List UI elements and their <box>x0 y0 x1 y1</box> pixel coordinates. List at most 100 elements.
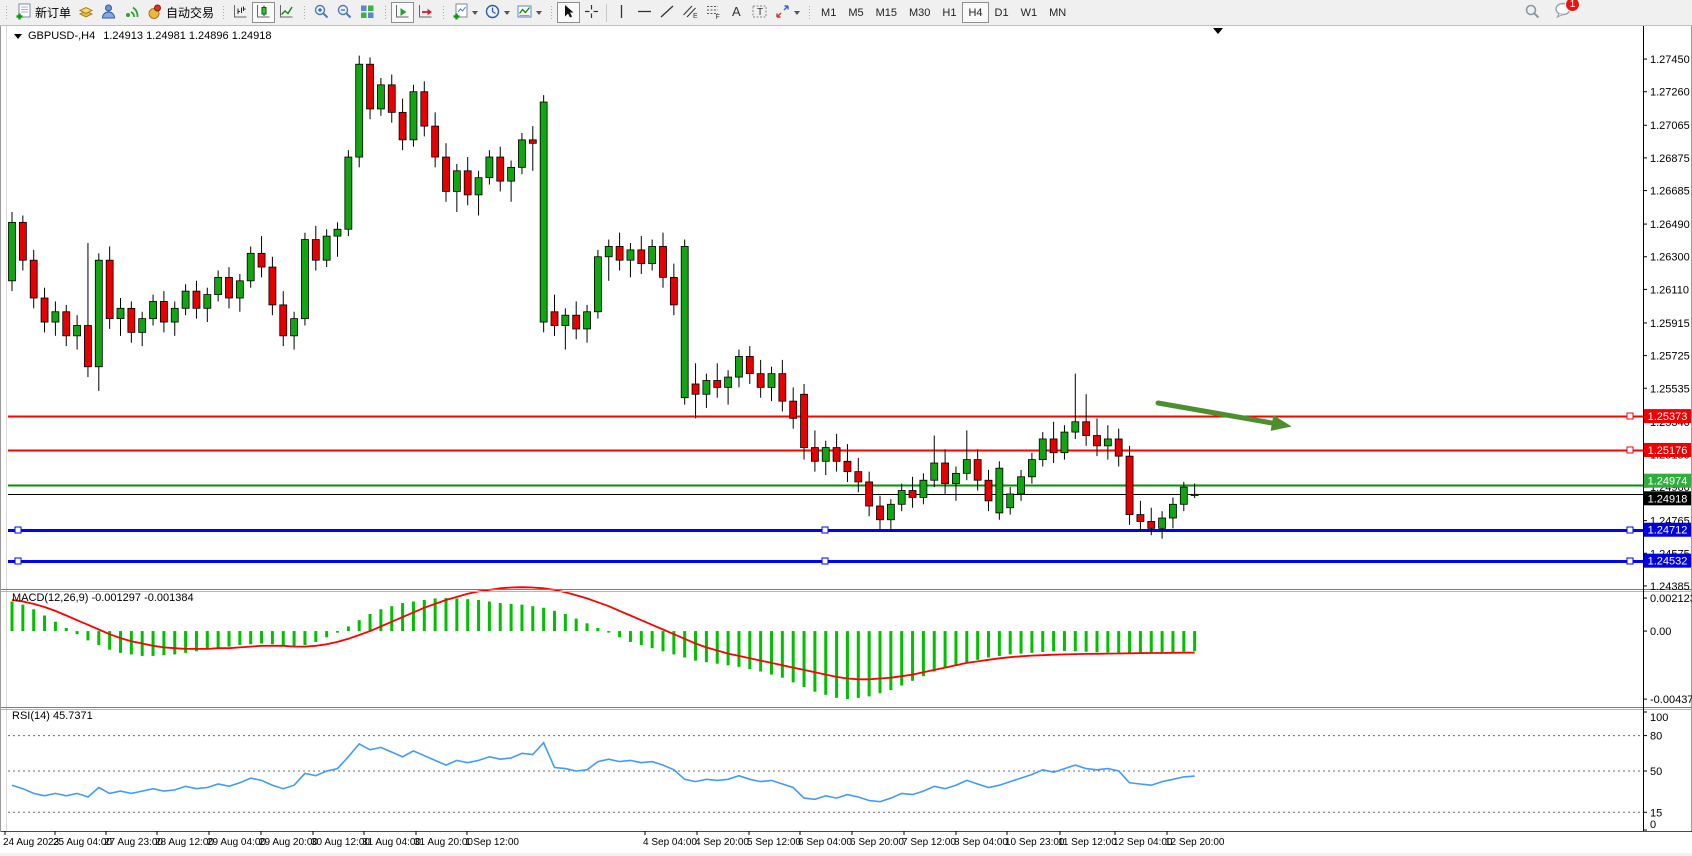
zoom-in-button[interactable] <box>310 2 333 23</box>
toolbar-grip[interactable] <box>548 5 555 21</box>
svg-text:12 Sep 04:00: 12 Sep 04:00 <box>1113 837 1173 848</box>
toolbar-grip[interactable] <box>382 5 389 21</box>
auto-trading-button[interactable]: 自动交易 <box>143 2 217 23</box>
svg-text:1.26685: 1.26685 <box>1650 186 1690 198</box>
svg-text:1.24974: 1.24974 <box>1648 476 1688 488</box>
tab-timeframe-h1[interactable]: H1 <box>936 2 962 23</box>
svg-text:100: 100 <box>1650 712 1668 724</box>
hline-handle[interactable] <box>1627 413 1633 419</box>
tile-windows-button[interactable] <box>356 2 379 23</box>
text-tool-icon: A <box>728 3 745 23</box>
vertical-line-tool-button[interactable] <box>610 2 633 23</box>
time-axis[interactable]: 24 Aug 202325 Aug 04:0027 Aug 23:0028 Au… <box>3 831 1225 848</box>
new-order-icon <box>15 3 32 23</box>
hline-handle[interactable] <box>1627 558 1633 564</box>
svg-text:1.25725: 1.25725 <box>1650 351 1690 363</box>
tab-timeframe-m5[interactable]: M5 <box>842 2 869 23</box>
macd-axis[interactable]: 0.0021230.00-0.004378 <box>1643 593 1692 706</box>
tab-timeframe-m15[interactable]: M15 <box>870 2 903 23</box>
tab-timeframe-m1[interactable]: M1 <box>815 2 842 23</box>
trendline-tool-button[interactable] <box>656 2 679 23</box>
hline-handle[interactable] <box>1627 527 1633 533</box>
svg-text:1.27260: 1.27260 <box>1650 87 1690 99</box>
symbol-dropdown-icon[interactable] <box>14 34 22 39</box>
svg-text:E: E <box>693 13 698 20</box>
arrows-tool-button[interactable] <box>771 2 803 23</box>
notifications-button[interactable]: 1 <box>1554 1 1574 24</box>
fibonacci-tool-button[interactable]: F <box>702 2 725 23</box>
search-button[interactable] <box>1520 2 1544 23</box>
chart-window: 1.274501.272601.270651.268751.266851.264… <box>0 25 1692 853</box>
auto-trading-robot-icon <box>146 3 163 23</box>
cursor-tool-button[interactable] <box>557 2 580 23</box>
indicators-icon <box>452 3 469 23</box>
svg-text:1.27065: 1.27065 <box>1650 120 1690 132</box>
tab-timeframe-m30[interactable]: M30 <box>903 2 936 23</box>
line-chart-icon <box>278 3 295 23</box>
chart-symbol-period: GBPUSD-,H4 <box>28 30 95 42</box>
new-order-button[interactable]: 新订单 <box>12 2 74 23</box>
equidistant-channel-tool-button[interactable]: E <box>679 2 702 23</box>
scroll-position-marker-icon[interactable] <box>1213 28 1223 34</box>
broadcast-icon <box>123 3 140 23</box>
bar-chart-button[interactable] <box>229 2 252 23</box>
svg-text:1.26300: 1.26300 <box>1650 252 1690 264</box>
svg-text:5 Sep 12:00: 5 Sep 12:00 <box>747 837 801 848</box>
gold-stack-icon <box>77 3 94 23</box>
price-axis[interactable]: 1.274501.272601.270651.268751.266851.264… <box>1643 54 1690 593</box>
svg-text:1.26875: 1.26875 <box>1650 153 1690 165</box>
chart-shift-button[interactable] <box>414 2 437 23</box>
indicators-button[interactable] <box>449 2 481 23</box>
notification-count-badge: 1 <box>1565 0 1580 12</box>
hline-handle[interactable] <box>1627 447 1633 453</box>
label-tool-button[interactable]: T <box>748 2 771 23</box>
line-chart-button[interactable] <box>275 2 298 23</box>
horizontal-lines[interactable] <box>8 413 1643 564</box>
hline-handle[interactable] <box>822 558 828 564</box>
profile-button[interactable] <box>97 2 120 23</box>
signals-button[interactable] <box>120 2 143 23</box>
hline-handle[interactable] <box>15 558 21 564</box>
chart-title: GBPUSD-,H41.24913 1.24981 1.24896 1.2491… <box>14 30 271 42</box>
svg-text:80: 80 <box>1650 731 1662 743</box>
crosshair-tool-button[interactable] <box>580 2 603 23</box>
chevron-down-icon <box>536 11 542 15</box>
bar-chart-icon <box>232 3 249 23</box>
svg-text:1.27450: 1.27450 <box>1650 54 1690 66</box>
text-tool-button[interactable]: A <box>725 2 748 23</box>
toolbar-grip[interactable] <box>220 5 227 21</box>
periods-button[interactable] <box>481 2 513 23</box>
candlestick-icon <box>255 3 272 23</box>
templates-button[interactable] <box>513 2 545 23</box>
rsi-axis[interactable]: 1008050150 <box>1643 712 1668 831</box>
label-tool-icon: T <box>751 3 768 23</box>
tab-timeframe-mn[interactable]: MN <box>1043 2 1072 23</box>
tab-timeframe-d1[interactable]: D1 <box>989 2 1015 23</box>
toolbar-grip[interactable] <box>3 5 10 21</box>
toolbar-grip[interactable] <box>440 5 447 21</box>
candlestick-chart-button[interactable] <box>252 2 275 23</box>
horizontal-line-tool-button[interactable] <box>633 2 656 23</box>
svg-text:1.24712: 1.24712 <box>1648 525 1688 537</box>
market-watch-button[interactable] <box>74 2 97 23</box>
svg-text:A: A <box>732 4 741 19</box>
svg-text:6 Sep 04:00: 6 Sep 04:00 <box>798 837 852 848</box>
zoom-out-button[interactable] <box>333 2 356 23</box>
svg-text:29 Aug 20:00: 29 Aug 20:00 <box>259 837 318 848</box>
tab-timeframe-h4[interactable]: H4 <box>962 2 988 23</box>
svg-text:24 Aug 2023: 24 Aug 2023 <box>3 837 60 848</box>
pane-frame <box>1 26 1692 832</box>
clock-icon <box>484 3 501 23</box>
auto-scroll-button[interactable] <box>391 2 414 23</box>
zoom-out-icon <box>336 3 353 23</box>
candlesticks <box>9 56 1199 539</box>
svg-text:4 Sep 20:00: 4 Sep 20:00 <box>695 837 749 848</box>
tab-timeframe-w1[interactable]: W1 <box>1015 2 1044 23</box>
new-order-label: 新订单 <box>35 4 71 21</box>
tile-windows-icon <box>359 3 376 23</box>
toolbar-grip[interactable] <box>806 5 813 21</box>
hline-handle[interactable] <box>15 527 21 533</box>
chart-canvas[interactable]: 1.274501.272601.270651.268751.266851.264… <box>0 0 1692 856</box>
toolbar-grip[interactable] <box>301 5 308 21</box>
hline-handle[interactable] <box>822 527 828 533</box>
